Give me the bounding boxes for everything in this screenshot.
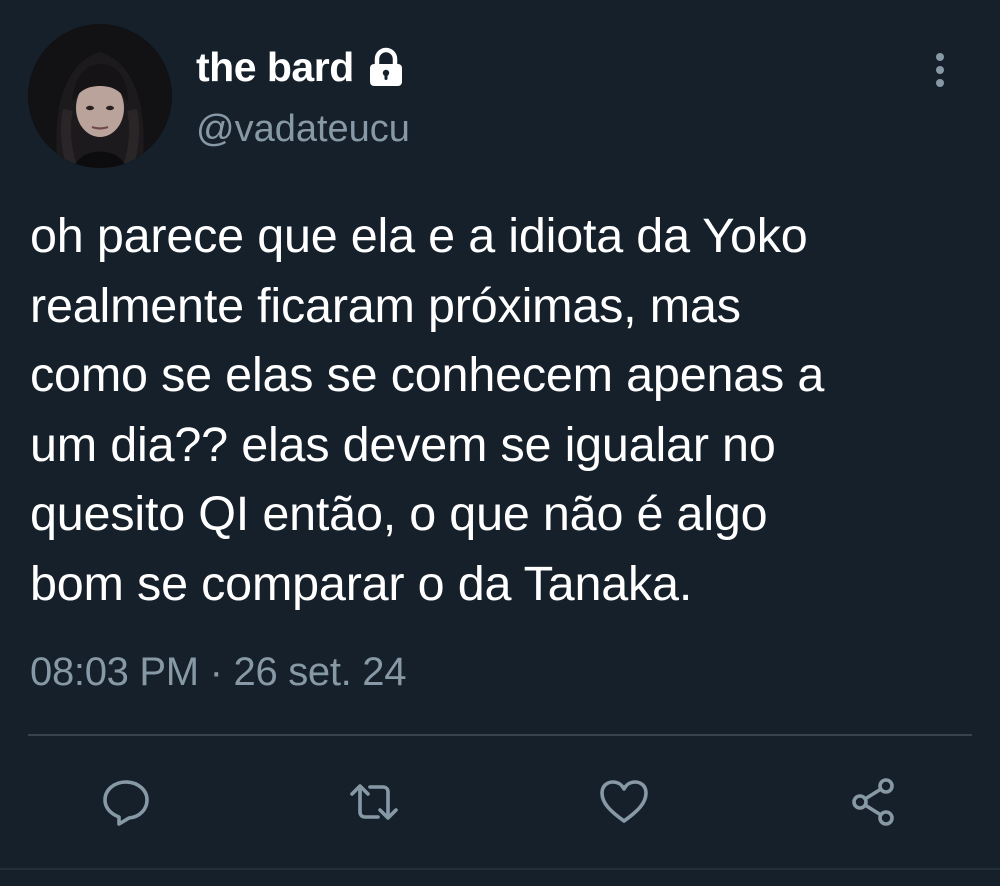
avatar-image xyxy=(28,24,172,168)
bottom-divider xyxy=(0,868,1000,870)
avatar[interactable] xyxy=(28,24,172,168)
timestamp-separator: · xyxy=(209,650,223,694)
share-icon xyxy=(846,774,902,830)
reply-button[interactable] xyxy=(96,772,156,832)
display-name[interactable]: the bard xyxy=(196,44,354,91)
share-button[interactable] xyxy=(844,772,904,832)
retweet-icon xyxy=(346,774,402,830)
divider xyxy=(28,734,972,736)
user-handle[interactable]: @vadateucu xyxy=(196,108,410,151)
display-name-row: the bard xyxy=(196,42,408,92)
like-button[interactable] xyxy=(594,772,654,832)
tweet-text: oh parece que ela e a idiota da Yoko rea… xyxy=(30,209,825,611)
heart-icon xyxy=(596,774,652,830)
tweet-detail: the bard @vadateucu oh parece que ela e … xyxy=(0,0,1000,886)
tweet-date: 26 set. 24 xyxy=(233,650,407,694)
tweet-timestamp[interactable]: 08:03 PM · 26 set. 24 xyxy=(30,650,406,695)
lock-icon xyxy=(364,45,408,89)
retweet-button[interactable] xyxy=(344,772,404,832)
more-vertical-icon[interactable] xyxy=(928,50,952,90)
reply-icon xyxy=(98,774,154,830)
tweet-time: 08:03 PM xyxy=(30,650,199,694)
